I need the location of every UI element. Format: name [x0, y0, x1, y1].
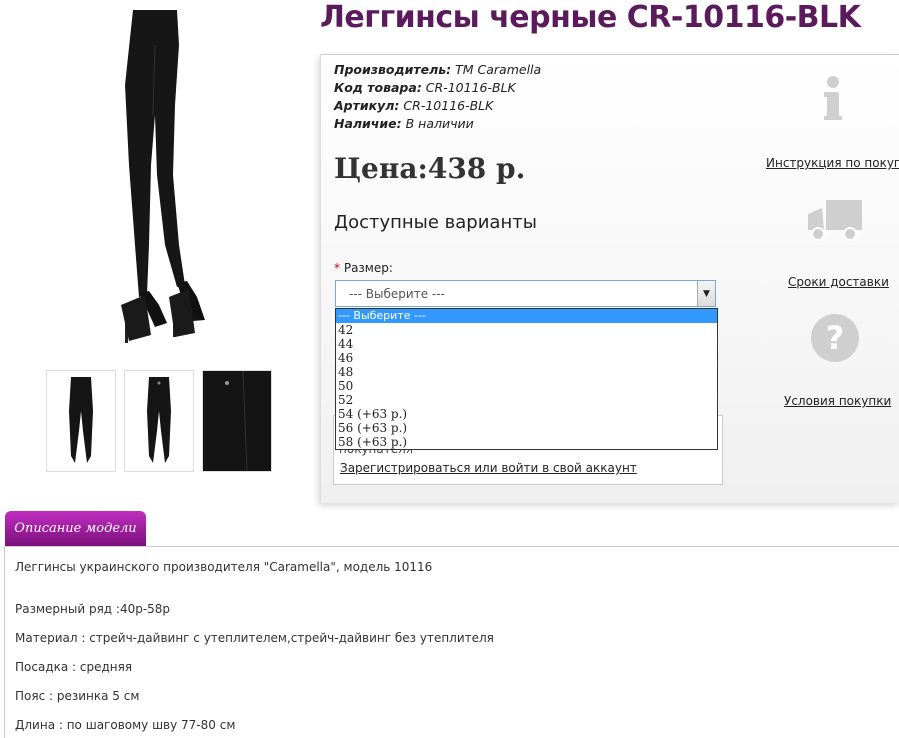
code-label: Код товара: — [334, 80, 422, 95]
article-value: CR-10116-BLK — [403, 98, 494, 113]
product-thumbnail[interactable] — [202, 370, 272, 472]
description-line: Размерный ряд :40р-58р — [15, 602, 171, 616]
description-line: Посадка : средняя — [15, 660, 133, 674]
size-option[interactable]: 56 (+63 р.) — [336, 421, 717, 435]
article-label: Артикул: — [334, 98, 400, 113]
product-meta: Производитель: TM Caramella Код товара: … — [334, 61, 541, 133]
instruction-link[interactable]: Инструкция по покупке — [766, 156, 899, 170]
size-option[interactable]: 58 (+63 р.) — [336, 435, 717, 449]
size-label: * Размер: — [334, 261, 393, 275]
size-label-text: Размер: — [343, 261, 393, 275]
manufacturer-value: TM Caramella — [455, 62, 542, 77]
size-select-value: --- Выберите --- — [349, 287, 445, 301]
size-dropdown-list[interactable]: --- Выберите --- 42 44 46 48 50 52 54 (+… — [335, 308, 718, 450]
size-option[interactable]: 48 — [336, 365, 717, 379]
size-option[interactable]: 42 — [336, 323, 717, 337]
availability-value: В наличии — [405, 116, 474, 131]
description-line: Пояс : резинка 5 см — [15, 689, 140, 703]
code-value: CR-10116-BLK — [425, 80, 516, 95]
register-login-link[interactable]: Зарегистрироваться или войти в свой акка… — [340, 461, 637, 475]
size-option[interactable]: 54 (+63 р.) — [336, 407, 717, 421]
info-icon[interactable] — [806, 72, 860, 126]
size-option[interactable]: 52 — [336, 393, 717, 407]
required-mark: * — [334, 261, 340, 275]
size-option[interactable]: 50 — [336, 379, 717, 393]
product-title: Леггинсы черные CR-10116-BLK — [320, 0, 861, 35]
size-option[interactable]: --- Выберите --- — [336, 309, 717, 323]
product-main-image[interactable] — [55, 5, 250, 345]
description-line: Материал : стрейч-дайвинг с утеплителем,… — [15, 631, 494, 645]
product-thumbnail[interactable] — [124, 370, 194, 472]
conditions-link[interactable]: Условия покупки — [784, 394, 891, 408]
size-option[interactable]: 44 — [336, 337, 717, 351]
manufacturer-label: Производитель: — [334, 62, 452, 77]
delivery-link[interactable]: Сроки доставки — [788, 275, 889, 289]
product-price: Цена:438 р. — [334, 152, 526, 185]
question-icon[interactable]: ? — [808, 311, 862, 365]
svg-text:?: ? — [826, 319, 845, 357]
availability-label: Наличие: — [334, 116, 402, 131]
tab-description[interactable]: Описание модели — [5, 511, 146, 547]
variants-title: Доступные варианты — [334, 212, 537, 233]
size-select[interactable]: --- Выберите --- ▼ — [335, 280, 716, 307]
description-line: Длина : по шаговому шву 77-80 см — [15, 718, 236, 732]
truck-icon[interactable] — [806, 194, 864, 248]
description-line: Леггинсы украинского производителя "Cara… — [15, 560, 433, 574]
size-option[interactable]: 46 — [336, 351, 717, 365]
chevron-down-icon[interactable]: ▼ — [697, 281, 715, 306]
product-thumbnail[interactable] — [46, 370, 116, 472]
